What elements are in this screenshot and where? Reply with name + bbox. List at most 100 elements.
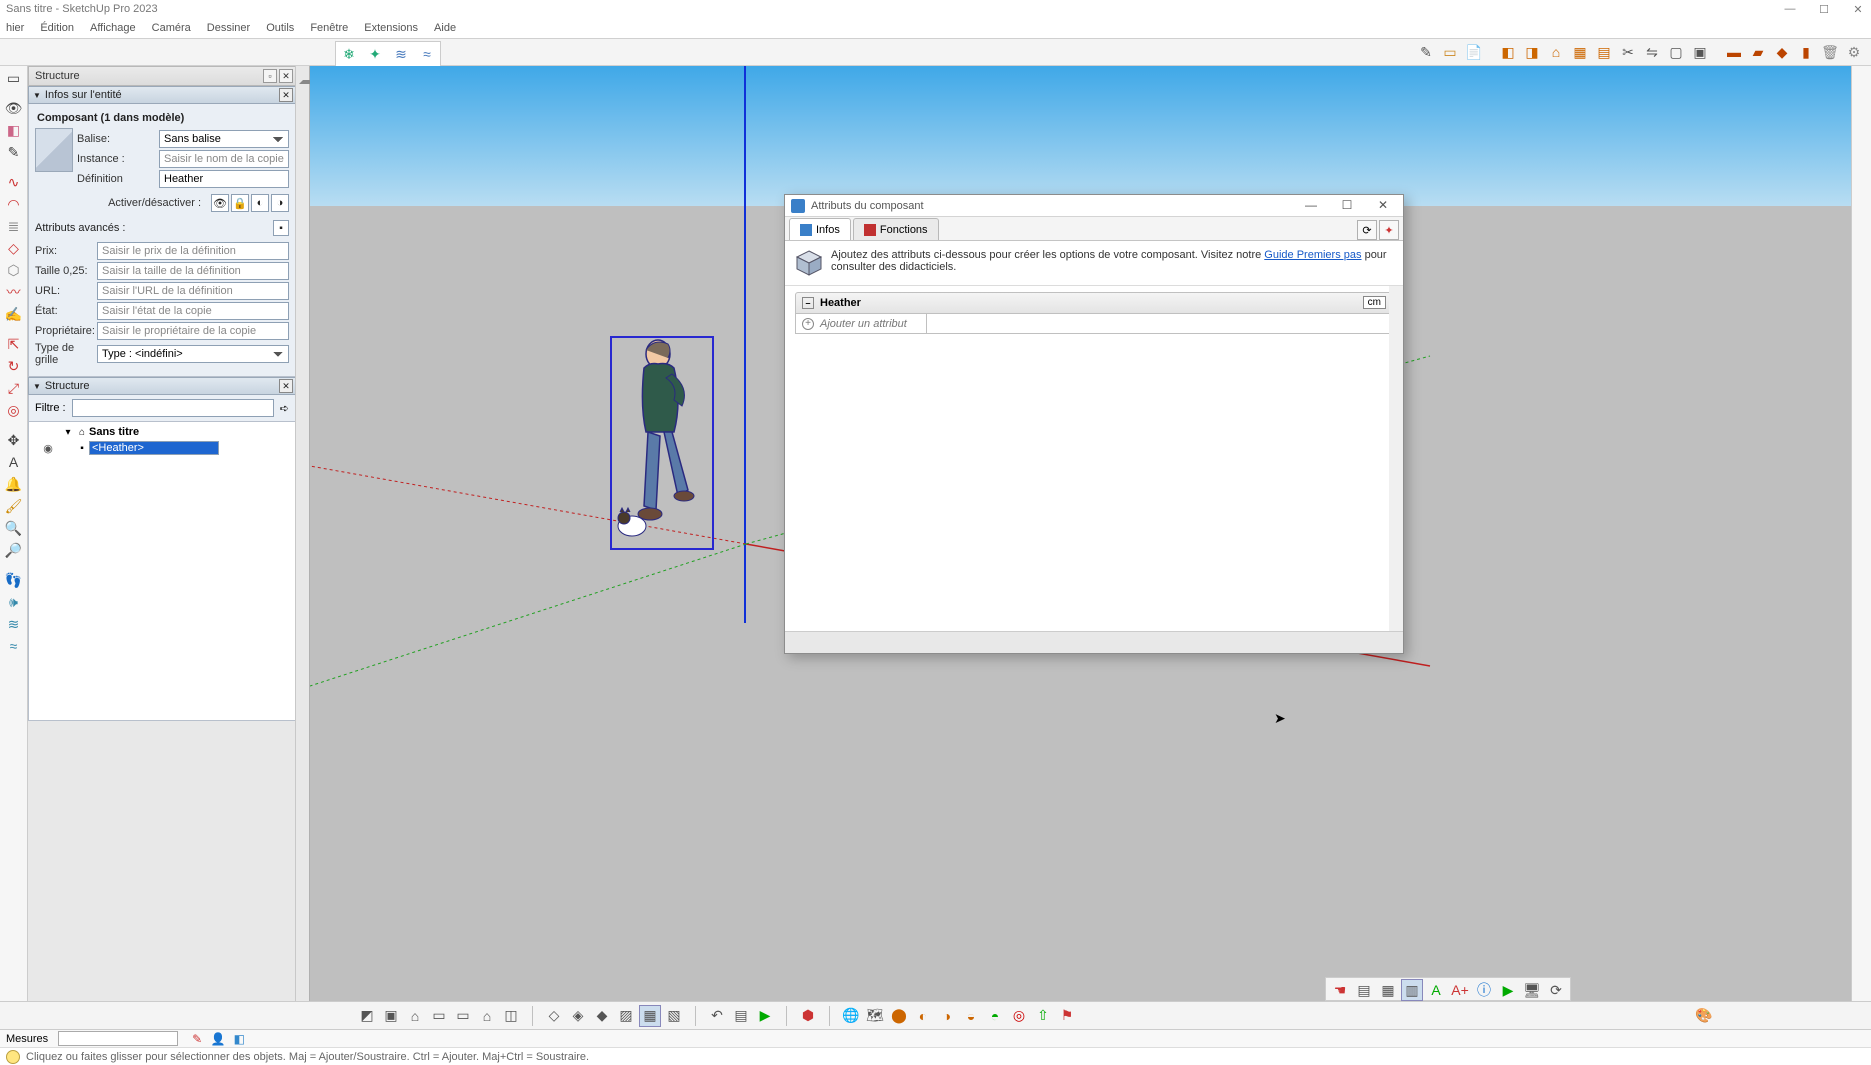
scale-icon[interactable]: ⤢ xyxy=(3,378,25,398)
url-input[interactable] xyxy=(97,282,289,300)
eye-icon[interactable]: 👁 xyxy=(3,98,25,118)
wireframe-icon[interactable]: ◇ xyxy=(543,1005,565,1027)
mes-pencil-icon[interactable]: ✎ xyxy=(188,1031,206,1047)
menu-dessiner[interactable]: Dessiner xyxy=(207,22,250,34)
prix-input[interactable] xyxy=(97,242,289,260)
window-minimize-icon[interactable]: — xyxy=(1783,3,1797,16)
dc-interact-icon[interactable]: ☚ xyxy=(1329,979,1351,1001)
sandbox-stamp-icon[interactable]: ≈ xyxy=(416,43,438,65)
target-icon[interactable]: ◎ xyxy=(1008,1005,1030,1027)
solid-trim-icon[interactable]: ◒ xyxy=(960,1005,982,1027)
tree-child-row[interactable]: ◉ ▪ <Heather> xyxy=(29,440,295,456)
geo-icon[interactable]: 🌐 xyxy=(840,1005,862,1027)
menu-edition[interactable]: Édition xyxy=(40,22,74,34)
hex-icon[interactable]: ⬡ xyxy=(3,260,25,280)
solid-subtract-icon[interactable]: ◐ xyxy=(912,1005,934,1027)
dc-text-icon[interactable]: A xyxy=(1425,979,1447,1001)
dialog-refresh-icon[interactable]: ⟳ xyxy=(1357,220,1377,240)
dialog-close-icon[interactable]: ✕ xyxy=(1365,195,1401,215)
diamond-orange-icon[interactable]: ◆ xyxy=(1771,41,1793,63)
solid-union-icon[interactable]: ⬤ xyxy=(888,1005,910,1027)
box-orange-icon[interactable]: ◧ xyxy=(1497,41,1519,63)
dialog-component-header[interactable]: – Heather cm xyxy=(795,292,1393,314)
rotate-icon[interactable]: ↻ xyxy=(3,356,25,376)
dc-options-icon[interactable]: ▤ xyxy=(1353,979,1375,1001)
geo2-icon[interactable]: 🗺 xyxy=(864,1005,886,1027)
pen-icon[interactable]: ✍ xyxy=(3,304,25,324)
walk-icon[interactable]: 👣 xyxy=(3,570,25,590)
warehouse-icon[interactable]: ⬢ xyxy=(797,1005,819,1027)
top-icon[interactable]: ▣ xyxy=(380,1005,402,1027)
shaded-tex-icon[interactable]: ▨ xyxy=(615,1005,637,1027)
palette-icon[interactable]: 🎨 xyxy=(1693,1005,1715,1027)
freehand-icon[interactable]: ∿ xyxy=(3,172,25,192)
dialog-settings-icon[interactable]: ✦ xyxy=(1379,220,1399,240)
mirror-icon[interactable]: ⇋ xyxy=(1641,41,1663,63)
stack-orange-icon[interactable]: ▰ xyxy=(1747,41,1769,63)
panel-structure-close-icon[interactable]: ✕ xyxy=(279,379,293,393)
pencil-icon[interactable]: ✎ xyxy=(1415,41,1437,63)
iso-icon[interactable]: ◩ xyxy=(356,1005,378,1027)
menu-affichage[interactable]: Affichage xyxy=(90,22,136,34)
plus-icon[interactable]: + xyxy=(802,318,814,330)
shaded-icon[interactable]: ◆ xyxy=(591,1005,613,1027)
unit-badge[interactable]: cm xyxy=(1363,296,1386,309)
tab-fonctions[interactable]: Fonctions xyxy=(853,218,939,240)
text-icon[interactable]: A xyxy=(3,452,25,472)
waves1-icon[interactable]: ≋ xyxy=(3,614,25,634)
dialog-titlebar[interactable]: Attributs du composant — ☐ ✕ xyxy=(785,195,1403,217)
mes-eraser-icon[interactable]: ◧ xyxy=(230,1031,248,1047)
viewport-3d[interactable]: ➤ Attributs du composant — ☐ ✕ Infos Fon… xyxy=(310,66,1851,1029)
toggle-cast-icon[interactable]: ◑ xyxy=(271,194,289,212)
flag-icon[interactable]: ⚑ xyxy=(1056,1005,1078,1027)
scenes-icon[interactable]: ▤ xyxy=(730,1005,752,1027)
play-scene-icon[interactable]: ▶ xyxy=(754,1005,776,1027)
book-orange-icon[interactable]: ▬ xyxy=(1723,41,1745,63)
polygon-icon[interactable]: ◇ xyxy=(3,238,25,258)
zoom-icon[interactable]: 🔍 xyxy=(3,518,25,538)
tree-root-row[interactable]: ▾ ⌂ Sans titre xyxy=(29,424,295,440)
panel-entity-info-header[interactable]: Infos sur l'entité ✕ xyxy=(28,86,296,104)
arc-icon[interactable]: ◠ xyxy=(3,194,25,214)
mes-person-icon[interactable]: 👤 xyxy=(209,1031,227,1047)
hidden-icon[interactable]: ◈ xyxy=(567,1005,589,1027)
etat-input[interactable] xyxy=(97,302,289,320)
back-icon[interactable]: ▭ xyxy=(452,1005,474,1027)
dialog-scrollbar[interactable] xyxy=(1389,286,1403,631)
dialog-minimize-icon[interactable]: — xyxy=(1293,195,1329,215)
pencil2-icon[interactable]: ✎ xyxy=(3,142,25,162)
dc-display-icon[interactable]: 🖥 xyxy=(1521,979,1543,1001)
collapse-icon[interactable]: – xyxy=(802,297,814,309)
tray-scrollbar[interactable] xyxy=(295,66,309,1029)
left-icon[interactable]: ⌂ xyxy=(476,1005,498,1027)
gear-icon[interactable]: ⚙ xyxy=(1843,41,1865,63)
grid-select[interactable]: Type : <indéfini> xyxy=(97,345,289,363)
menu-aide[interactable]: Aide xyxy=(434,22,456,34)
sandbox-scratch-icon[interactable]: ✦ xyxy=(364,43,386,65)
dc-refresh-icon[interactable]: ⟳ xyxy=(1545,979,1567,1001)
balise-select[interactable]: Sans balise xyxy=(159,130,289,148)
filter-input[interactable] xyxy=(72,399,274,417)
dc-attributes-icon[interactable]: ▦ xyxy=(1377,979,1399,1001)
menu-fichier[interactable]: hier xyxy=(6,22,24,34)
dc-info-icon[interactable]: ⓘ xyxy=(1473,979,1495,1001)
trash-icon[interactable]: 🗑 xyxy=(1819,41,1841,63)
persp-icon[interactable]: ◫ xyxy=(500,1005,522,1027)
toggle-visible-icon[interactable]: 👁 xyxy=(211,194,229,212)
eye-toggle-icon[interactable]: ◉ xyxy=(35,442,61,455)
definition-input[interactable] xyxy=(159,170,289,188)
panel-structure-header[interactable]: Structure ✕ xyxy=(28,377,296,395)
dialog-component-attributes[interactable]: Attributs du composant — ☐ ✕ Infos Fonct… xyxy=(784,194,1404,654)
layers-icon[interactable]: ≣ xyxy=(3,216,25,236)
proprietaire-input[interactable] xyxy=(97,322,289,340)
bell-icon[interactable]: 🔔 xyxy=(3,474,25,494)
wall-orange-icon[interactable]: ▮ xyxy=(1795,41,1817,63)
solid-intersect-icon[interactable]: ◑ xyxy=(936,1005,958,1027)
prev-scene-icon[interactable]: ↶ xyxy=(706,1005,728,1027)
paint-icon[interactable]: 🖌 xyxy=(3,496,25,516)
scissors-icon[interactable]: ✂ xyxy=(1617,41,1639,63)
house-orange-icon[interactable]: ⌂ xyxy=(1545,41,1567,63)
eraser-icon[interactable]: ◧ xyxy=(3,120,25,140)
menu-camera[interactable]: Caméra xyxy=(152,22,191,34)
dc-selected-icon[interactable]: ▥ xyxy=(1401,979,1423,1001)
